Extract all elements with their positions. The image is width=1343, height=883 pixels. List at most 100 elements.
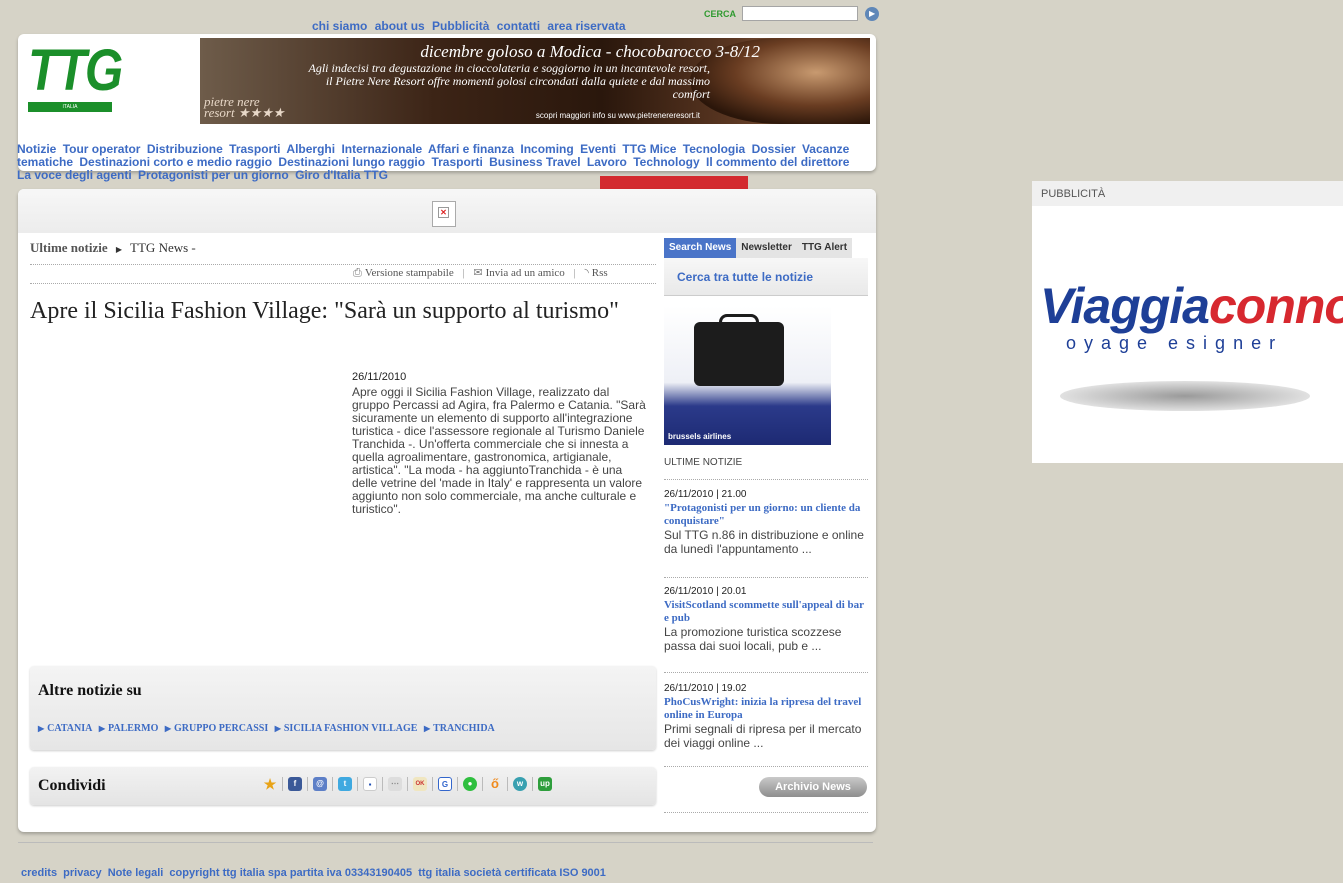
divider — [664, 812, 868, 813]
print-link[interactable]: Versione stampabile — [365, 267, 454, 279]
share-icons: ★ f @ t ▪ ⋯ OK G ● ő w up — [258, 777, 557, 791]
tab-newsletter[interactable]: Newsletter — [736, 238, 797, 258]
swoosh-shadow — [1060, 381, 1310, 411]
nav-item[interactable]: Eventi — [580, 142, 616, 156]
technorati-icon[interactable]: ● — [463, 777, 477, 791]
divider — [664, 577, 868, 578]
nav-item[interactable]: Destinazioni lungo raggio — [278, 155, 425, 169]
news-title[interactable]: PhoCusWright: inizia la ripresa del trav… — [664, 696, 869, 722]
arrow-icon: ▶ — [423, 724, 431, 733]
brussels-airlines-ad[interactable]: brussels airlines — [664, 306, 831, 445]
nav-item[interactable]: Destinazioni corto e medio raggio — [79, 155, 272, 169]
tab-ttg-alert[interactable]: TTG Alert — [796, 238, 853, 258]
footer-links: credits privacy Note legali copyright tt… — [21, 867, 609, 879]
footer-privacy[interactable]: privacy — [63, 867, 102, 879]
broken-image-icon: ✕ — [432, 201, 456, 227]
link-about-us[interactable]: about us — [375, 19, 425, 33]
archive-news-button[interactable]: Archivio News — [759, 777, 867, 797]
news-item: 26/11/2010 | 21.00 "Protagonisti per un … — [664, 489, 869, 556]
tag-link[interactable]: TRANCHIDA — [433, 723, 495, 734]
link-contatti[interactable]: contatti — [497, 19, 540, 33]
mail-icon: ✉ — [473, 267, 483, 279]
nav-item[interactable]: Trasporti — [431, 155, 482, 169]
nav-item[interactable]: Trasporti — [229, 142, 280, 156]
nav-item[interactable]: Internazionale — [341, 142, 422, 156]
link-chi-siamo[interactable]: chi siamo — [312, 19, 367, 33]
upnews-icon[interactable]: up — [538, 777, 552, 791]
red-accent-bar — [600, 176, 748, 190]
tag-list: ▶ CATANIA ▶ PALERMO ▶ GRUPPO PERCASSI ▶ SICI… — [38, 723, 499, 734]
divider — [664, 672, 868, 673]
nav-item[interactable]: Lavoro — [587, 155, 627, 169]
sidebar-tabs: Search News Newsletter TTG Alert — [664, 238, 868, 258]
tag-link[interactable]: SICILIA FASHION VILLAGE — [284, 723, 418, 734]
logo-subtitle: ITALIA — [28, 102, 112, 112]
wikio-icon[interactable]: w — [513, 777, 527, 791]
related-news-title: Altre notizie su — [38, 682, 142, 699]
article-title: Apre il Sicilia Fashion Village: "Sarà u… — [30, 298, 619, 324]
viaggiaconnoi-logo[interactable]: Viaggiaconnoi oyage esigner — [1040, 281, 1343, 354]
share-title: Condividi — [38, 777, 106, 794]
nav-item[interactable]: Tour operator — [63, 142, 141, 156]
ttg-logo[interactable]: TTG ITALIA — [28, 38, 123, 112]
search-go-button[interactable]: ▶ — [865, 6, 880, 21]
nav-item[interactable]: Incoming — [520, 142, 573, 156]
nav-item[interactable]: Distribuzione — [147, 142, 223, 156]
divider — [664, 479, 868, 480]
news-title[interactable]: "Protagonisti per un giorno: un cliente … — [664, 502, 869, 528]
link-area-riservata[interactable]: area riservata — [547, 19, 625, 33]
arrow-right-icon: ▶ — [868, 9, 876, 18]
arrow-icon: ▶ — [98, 724, 105, 733]
link-pubblicita[interactable]: Pubblicità — [432, 19, 489, 33]
breadcrumb-arrow-icon: ▶ — [115, 245, 123, 254]
news-item: 26/11/2010 | 20.01 VisitScotland scommet… — [664, 586, 869, 653]
rss-icon: ◝ — [584, 267, 589, 279]
stumble-icon[interactable]: ő — [488, 777, 502, 791]
news-title[interactable]: VisitScotland scommette sull'appeal di b… — [664, 599, 869, 625]
tag-link[interactable]: CATANIA — [47, 723, 92, 734]
oknotizie-icon[interactable]: OK — [413, 777, 427, 791]
news-summary: La promozione turistica scozzese passa d… — [664, 625, 842, 653]
search-all-news[interactable]: Cerca tra tutte le notizie — [664, 258, 868, 296]
nav-item[interactable]: TTG Mice — [622, 142, 676, 156]
nav-item[interactable]: Business Travel — [489, 155, 580, 169]
myspace-icon[interactable]: @ — [313, 777, 327, 791]
search-all-news-label: Cerca tra tutte le notizie — [677, 270, 814, 284]
delicious-icon[interactable]: ▪ — [363, 777, 377, 791]
logo-text: TTG — [28, 38, 123, 103]
footer-legal[interactable]: Note legali — [108, 867, 164, 879]
arrow-icon: ▶ — [274, 724, 281, 733]
nav-item[interactable]: Dossier — [752, 142, 796, 156]
breadcrumb-current: TTG News - — [130, 240, 196, 255]
footer-copyright: copyright ttg italia spa partita iva 033… — [169, 867, 413, 879]
nav-item[interactable]: La voce degli agenti — [17, 168, 132, 182]
star-icon[interactable]: ★ — [263, 777, 277, 791]
nav-item[interactable]: Technology — [633, 155, 699, 169]
nav-item[interactable]: Notizie — [17, 142, 56, 156]
digg-icon[interactable]: ⋯ — [388, 777, 402, 791]
search-label: CERCA — [704, 8, 737, 19]
google-icon[interactable]: G — [438, 777, 452, 791]
send-friend-link[interactable]: Invia ad un amico — [486, 267, 565, 279]
news-date: 26/11/2010 | 21.00 — [664, 489, 747, 500]
nav-item[interactable]: Il commento del direttore — [706, 155, 849, 169]
tag-link[interactable]: PALERMO — [108, 723, 158, 734]
nav-item[interactable]: Affari e finanza — [428, 142, 514, 156]
nav-item[interactable]: Tecnologia — [683, 142, 745, 156]
share-box: Condividi ★ f @ t ▪ ⋯ OK G ● ő w up — [30, 767, 656, 805]
top-banner-ad[interactable]: dicembre goloso a Modica - chocobarocco … — [200, 38, 870, 124]
facebook-icon[interactable]: f — [288, 777, 302, 791]
nav-item[interactable]: Alberghi — [286, 142, 335, 156]
rss-link[interactable]: Rss — [592, 267, 608, 279]
footer-credits[interactable]: credits — [21, 867, 57, 879]
breadcrumb: Ultime notizie ▶ TTG News - — [30, 240, 196, 256]
search-input[interactable] — [742, 6, 859, 21]
ad-brand: brussels airlines — [668, 432, 732, 441]
article-body: Apre oggi il Sicilia Fashion Village, re… — [352, 385, 646, 516]
nav-item[interactable]: Protagonisti per un giorno — [138, 168, 289, 182]
tab-search-news[interactable]: Search News — [664, 238, 737, 258]
breadcrumb-ultime[interactable]: Ultime notizie — [30, 240, 108, 255]
nav-item[interactable]: Giro d'Italia TTG — [295, 168, 388, 182]
twitter-icon[interactable]: t — [338, 777, 352, 791]
tag-link[interactable]: GRUPPO PERCASSI — [174, 723, 268, 734]
